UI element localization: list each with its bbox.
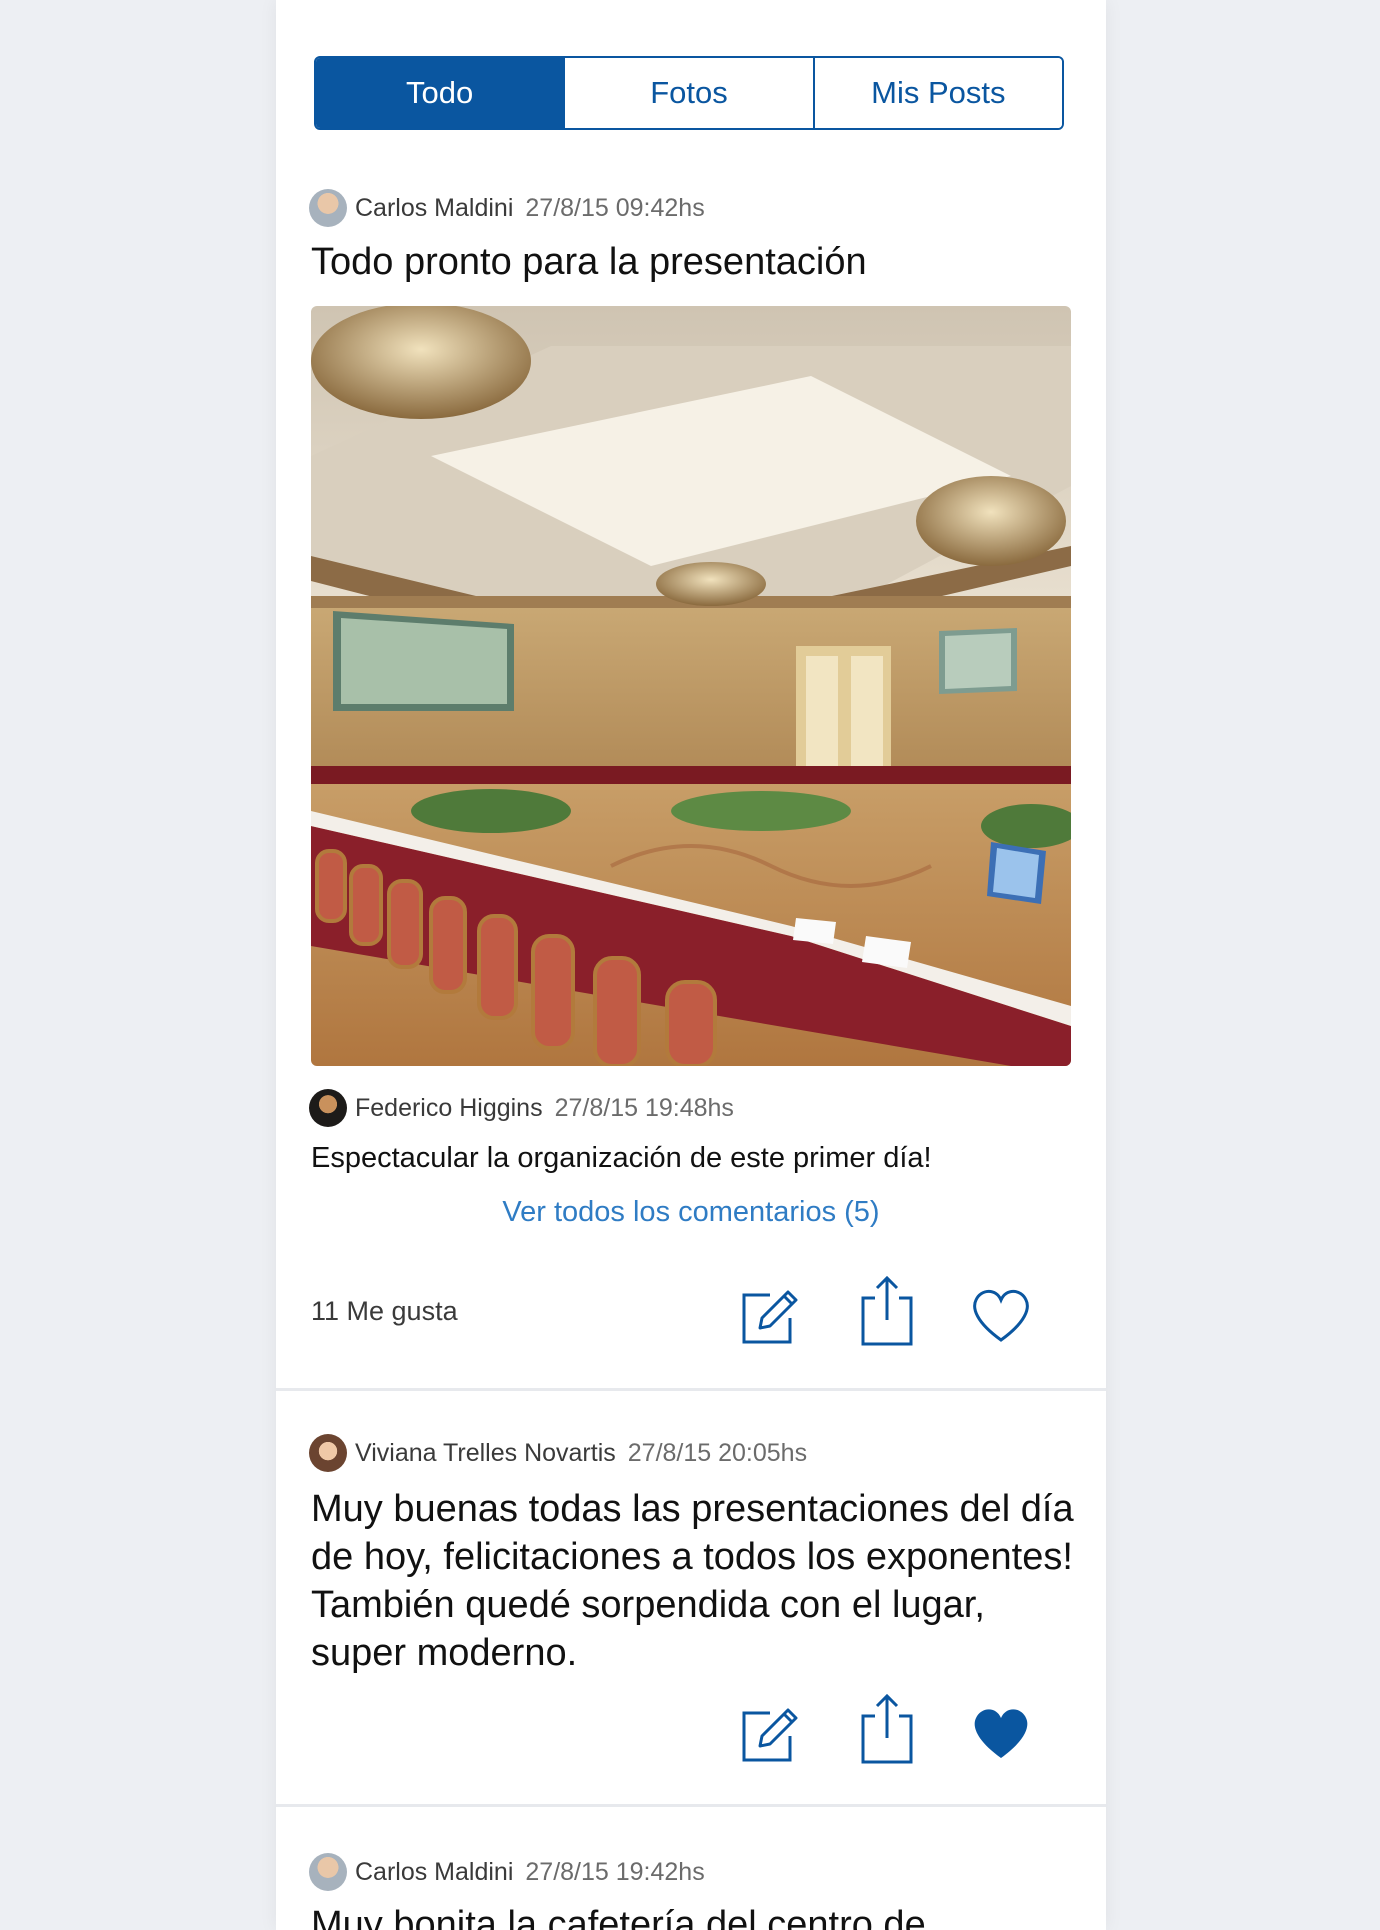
comment-text: Espectacular la organización de este pri… — [311, 1142, 932, 1174]
heart-outline-icon — [973, 1289, 1029, 1342]
see-all-comments-link[interactable]: Ver todos los comentarios (5) — [276, 1196, 1106, 1229]
avatar[interactable] — [309, 1853, 347, 1891]
comment-meta: Federico Higgins 27/8/15 19:48hs — [309, 1088, 734, 1128]
post-author[interactable]: Viviana Trelles Novartis — [355, 1439, 616, 1468]
heart-filled-icon — [974, 1709, 1028, 1758]
post-card: Viviana Trelles Novartis 27/8/15 20:05hs… — [276, 1391, 1106, 1801]
post-meta: Carlos Maldini 27/8/15 09:42hs — [309, 188, 705, 228]
post-card: Carlos Maldini 27/8/15 09:42hs Todo pron… — [276, 0, 1106, 1390]
comment-author[interactable]: Federico Higgins — [355, 1094, 543, 1123]
comment-time: 27/8/15 19:48hs — [554, 1093, 734, 1122]
likes-count: 11 Me gusta — [311, 1296, 458, 1326]
avatar[interactable] — [309, 189, 347, 227]
like-button[interactable] — [966, 1696, 1036, 1766]
comment-button[interactable] — [734, 1278, 804, 1348]
post-time: 27/8/15 09:42hs — [525, 193, 705, 222]
post-photo[interactable] — [311, 306, 1071, 1066]
post-time: 27/8/15 20:05hs — [627, 1438, 808, 1467]
post-author[interactable]: Carlos Maldini — [355, 194, 513, 223]
avatar[interactable] — [309, 1089, 347, 1127]
post-meta: Viviana Trelles Novartis 27/8/15 20:05hs — [309, 1433, 807, 1473]
edit-icon — [742, 1290, 798, 1344]
like-button[interactable] — [966, 1278, 1036, 1348]
share-button[interactable] — [851, 1690, 921, 1764]
avatar[interactable] — [309, 1434, 347, 1472]
edit-icon — [742, 1708, 798, 1762]
share-button[interactable] — [851, 1272, 921, 1346]
post-time: 27/8/15 19:42hs — [525, 1857, 705, 1886]
post-title: Muy buenas todas las presentaciones del … — [311, 1488, 1074, 1674]
post-author[interactable]: Carlos Maldini — [355, 1858, 513, 1887]
feed-screen: Todo Fotos Mis Posts Carlos Maldini 27/8… — [276, 0, 1106, 1930]
share-icon — [861, 1693, 913, 1764]
share-icon — [861, 1275, 913, 1346]
comment-button[interactable] — [734, 1696, 804, 1766]
post-title: Muy bonita la cafetería del centro de — [311, 1904, 926, 1930]
post-meta: Carlos Maldini 27/8/15 19:42hs — [309, 1852, 705, 1892]
post-card: Carlos Maldini 27/8/15 19:42hs Muy bonit… — [276, 1807, 1106, 1930]
post-title: Todo pronto para la presentación — [311, 241, 867, 283]
conference-room-image — [311, 306, 1071, 1066]
